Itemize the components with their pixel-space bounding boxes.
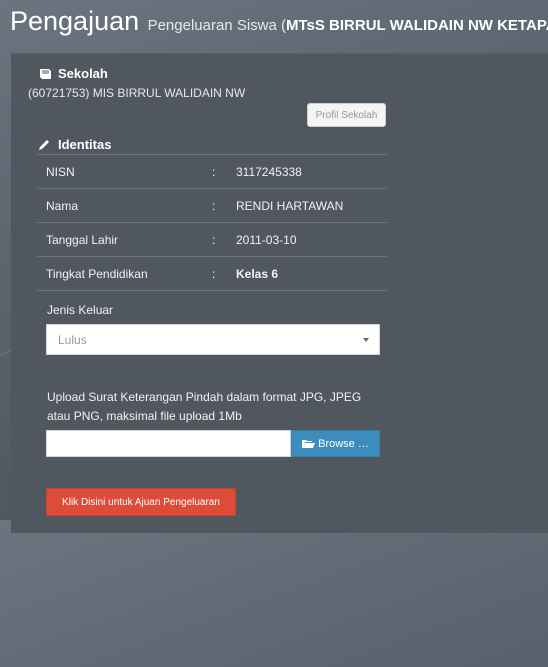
row-colon: : [212,154,236,189]
profil-sekolah-button[interactable]: Profil Sekolah [307,103,386,127]
chevron-down-icon [363,338,369,342]
jenis-keluar-label: Jenis Keluar [47,303,114,317]
table-row: Tingkat Pendidikan : Kelas 6 [37,256,387,291]
row-value: 3117245338 [236,154,387,189]
page-header: Pengajuan Pengeluaran Siswa (MTsS BIRRUL… [10,6,548,37]
row-value: 2011-03-10 [236,222,387,257]
subtitle-school: MTsS BIRRUL WALIDAIN NW KETAPAK [286,17,548,34]
browse-label: Browse … [318,437,369,450]
identitas-table: NISN : 3117245338 Nama : RENDI HARTAWAN … [37,154,387,291]
row-colon: : [212,188,236,223]
section-identitas-heading: Identitas [38,137,111,152]
row-label: Tingkat Pendidikan [37,256,212,291]
school-info: (60721753) MIS BIRRUL WALIDAIN NW [28,86,246,100]
browse-button[interactable]: Browse … [291,430,380,457]
table-row: Nama : RENDI HARTAWAN [37,188,387,223]
row-colon: : [212,222,236,257]
section-sekolah-heading: Sekolah [38,66,108,81]
row-label: NISN [37,154,212,189]
table-row: Tanggal Lahir : 2011-03-10 [37,222,387,257]
section-identitas-label: Identitas [58,137,112,152]
section-sekolah-label: Sekolah [58,66,108,81]
row-label: Tanggal Lahir [37,222,212,257]
row-value: RENDI HARTAWAN [236,188,387,223]
subtitle-prefix: Pengeluaran Siswa ( [147,17,286,34]
row-colon: : [212,256,236,291]
jenis-keluar-select[interactable]: Lulus [46,324,380,355]
folder-open-icon [302,439,316,448]
page-subtitle: Pengeluaran Siswa (MTsS BIRRUL WALIDAIN … [148,17,548,34]
file-path-input[interactable] [46,430,291,457]
pencil-icon [38,139,52,151]
table-row: NISN : 3117245338 [37,154,387,189]
jenis-keluar-selected-value: Lulus [58,332,87,347]
row-label: Nama [37,188,212,223]
row-value: Kelas 6 [236,256,387,291]
ajuan-pengeluaran-button[interactable]: Klik Disini untuk Ajuan Pengeluaran [46,488,236,516]
content-panel [11,53,548,533]
book-icon [38,68,52,80]
page-title: Pengajuan [10,6,140,36]
upload-instruction: Upload Surat Keterangan Pindah dalam for… [47,390,362,423]
